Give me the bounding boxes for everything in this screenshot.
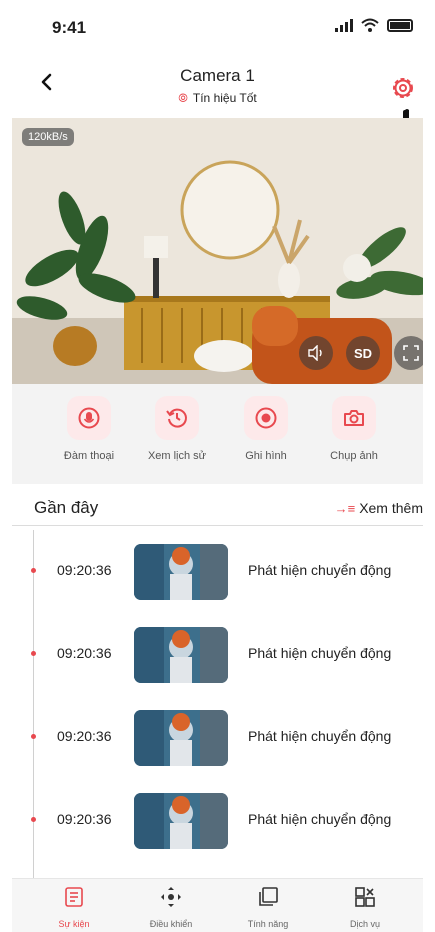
event-thumbnail-image [134,793,228,849]
nav-services[interactable]: Dịch vụ [325,885,405,929]
action-icon-box [67,396,111,440]
event-list-icon [65,887,83,907]
status-bar: 9:41 [0,0,435,60]
nav-events[interactable]: Sự kiện [34,885,114,929]
settings-gear-button[interactable] [389,74,417,102]
event-item[interactable]: 09:20:36 Phát hiện chuyển động [12,538,423,604]
nav-label: Dịch vụ [349,919,380,929]
status-icons [335,18,413,32]
timeline-dot [31,817,36,822]
action-label: Ghi hình [245,450,287,462]
volume-button[interactable] [299,336,333,370]
record-button[interactable]: Ghi hình [226,396,306,462]
action-icon-box [332,396,376,440]
connection-status: ⦾ Tín hiệu Tốt [0,91,435,106]
history-button[interactable]: Xem lịch sử [137,396,217,462]
event-thumbnail-image [134,627,228,683]
action-panel: Đàm thoại Xem lịch sử Ghi hình Chụp ảnh [12,384,423,484]
cellular-signal-icon [335,18,353,32]
event-time: 09:20:36 [57,645,112,661]
record-icon [255,407,277,429]
status-time: 9:41 [52,18,87,37]
see-more-link[interactable]: →≡ Xem thêm [335,500,423,516]
header: Camera 1 ⦾ Tín hiệu Tốt [0,60,435,144]
talk-button[interactable]: Đàm thoại [49,396,129,462]
event-thumbnail[interactable] [134,544,228,600]
event-thumbnail[interactable] [134,627,228,683]
event-time: 09:20:36 [57,811,112,827]
history-icon [166,408,187,428]
action-icon-box [244,396,288,440]
wifi-icon [361,18,379,32]
bottom-navigation: Sự kiện Điều khiển Tính năng Dịch vụ [12,878,423,932]
nav-label: Tính năng [247,919,289,929]
event-time: 09:20:36 [57,562,112,578]
recent-section-header: Gần đây →≡ Xem thêm [12,494,423,526]
layers-icon [259,887,278,906]
event-thumbnail[interactable] [134,710,228,766]
quality-toggle-button[interactable]: SD [346,336,380,370]
action-label: Chụp ảnh [330,450,378,462]
event-description: Phát hiện chuyển động [248,645,392,661]
nav-label: Điều khiển [149,919,193,929]
event-item[interactable]: 09:20:36 Phát hiện chuyển động [12,704,423,770]
event-thumbnail-image [134,544,228,600]
event-thumbnail[interactable] [134,793,228,849]
camera-live-view[interactable]: 120kB/s SD [12,118,423,384]
event-description: Phát hiện chuyển động [248,811,392,827]
recent-title: Gần đây [34,498,99,517]
see-more-label: Xem thêm [359,500,423,516]
quality-label: SD [353,345,373,361]
camera-icon [344,410,364,426]
action-label: Đàm thoại [63,450,115,462]
bitrate-badge: 120kB/s [22,128,74,146]
action-icon-box [155,396,199,440]
fullscreen-button[interactable] [394,336,423,370]
timeline-dot [31,734,36,739]
services-grid-icon [355,887,375,907]
event-item[interactable]: 09:20:36 Phát hiện chuyển động [12,787,423,853]
microphone-icon [78,407,100,429]
battery-icon [387,18,413,32]
snapshot-button[interactable]: Chụp ảnh [314,396,394,462]
event-thumbnail-image [134,710,228,766]
action-label: Xem lịch sử [147,450,207,462]
event-time: 09:20:36 [57,728,112,744]
nav-features[interactable]: Tính năng [228,885,308,929]
signal-wave-icon: ⦾ [178,91,188,105]
gear-icon [393,78,413,98]
direction-control-icon [161,887,181,907]
event-description: Phát hiện chuyển động [248,728,392,744]
nav-label: Sự kiện [58,919,90,929]
event-description: Phát hiện chuyển động [248,562,392,578]
arrow-list-icon: →≡ [334,500,356,516]
timeline-dot [31,568,36,573]
page-title: Camera 1 [180,66,255,85]
timeline-dot [31,651,36,656]
signal-status-text: Tín hiệu Tốt [192,91,257,105]
event-item[interactable]: 09:20:36 Phát hiện chuyển động [12,621,423,687]
nav-control[interactable]: Điều khiển [131,885,211,929]
speaker-icon [308,345,322,361]
fullscreen-icon [403,345,419,361]
